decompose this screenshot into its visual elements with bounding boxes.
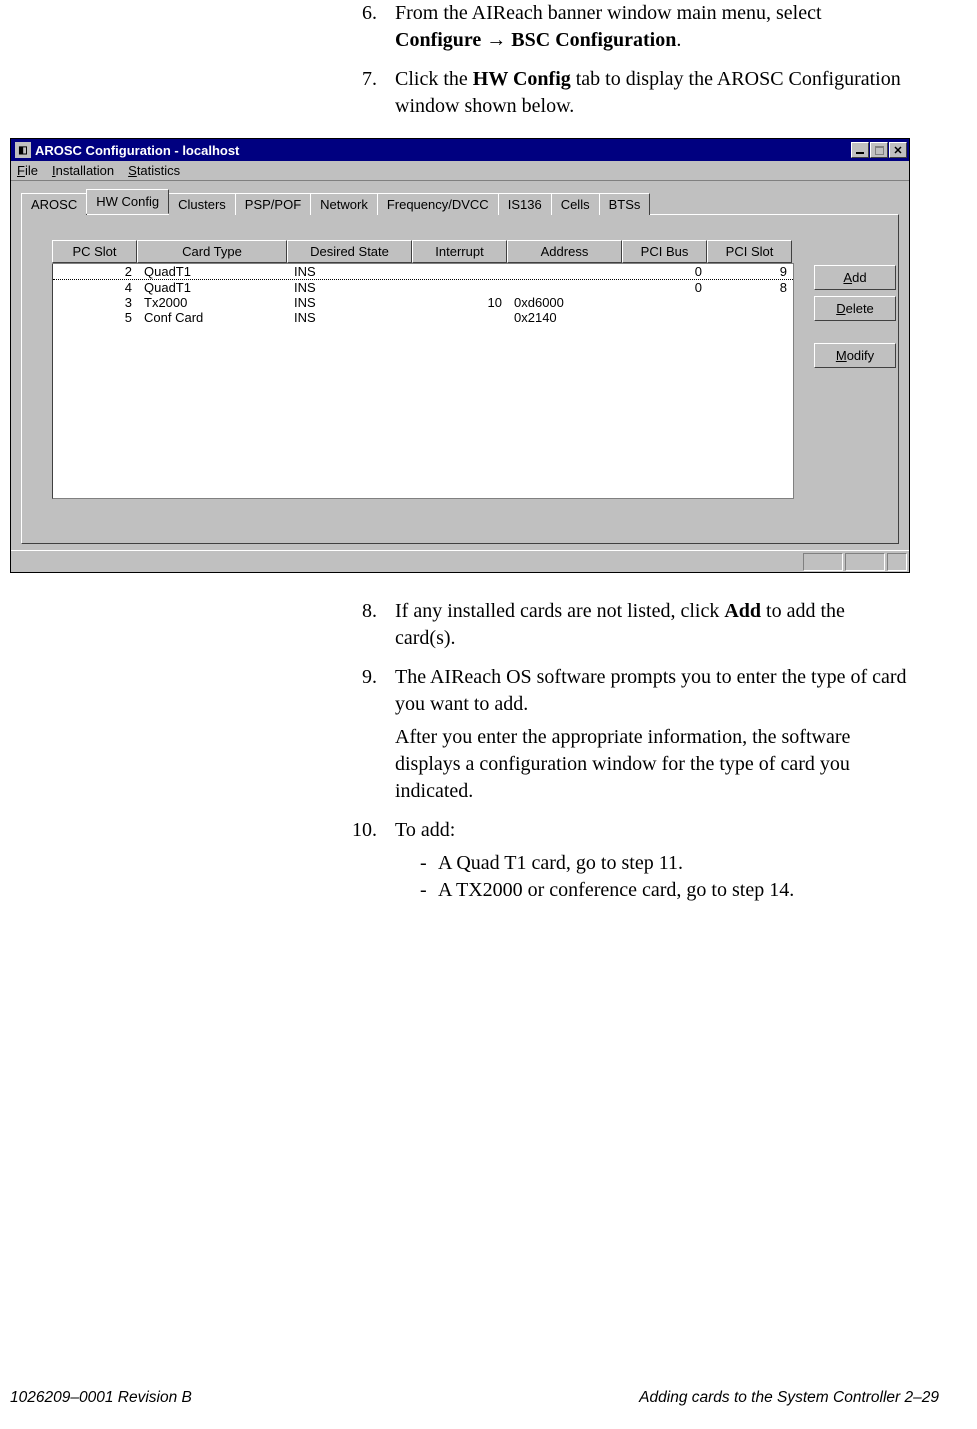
window-title: AROSC Configuration - localhost — [35, 143, 850, 158]
step-number: 9. — [340, 664, 395, 811]
step-number: 6. — [340, 0, 395, 60]
titlebar: ◧ AROSC Configuration - localhost ✕ — [11, 139, 909, 161]
menu-tatistics[interactable]: Statistics — [128, 163, 180, 178]
column-header[interactable]: PC Slot — [52, 240, 137, 263]
table-row[interactable]: 2QuadT1INS09 — [53, 264, 793, 280]
maximize-button — [870, 142, 888, 158]
step-text: From the AIReach banner window main menu… — [395, 0, 907, 60]
table-row[interactable]: 3Tx2000INS100xd6000 — [53, 295, 793, 310]
tab-arosc[interactable]: AROSC — [21, 193, 87, 215]
close-button[interactable]: ✕ — [889, 142, 907, 158]
arosc-window: ◧ AROSC Configuration - localhost ✕ File… — [10, 138, 910, 573]
column-headers: PC SlotCard TypeDesired StateInterruptAd… — [52, 240, 794, 264]
tab-frequency-dvcc[interactable]: Frequency/DVCC — [377, 193, 499, 215]
step-text: To add:-A Quad T1 card, go to step 11.-A… — [395, 817, 907, 904]
tab-is136[interactable]: IS136 — [498, 193, 552, 215]
column-header[interactable]: Address — [507, 240, 622, 263]
footer-left: 1026209–0001 Revision B — [10, 1389, 192, 1407]
tab-btss[interactable]: BTSs — [599, 193, 651, 215]
column-header[interactable]: PCI Slot — [707, 240, 792, 263]
step-text: The AIReach OS software prompts you to e… — [395, 664, 907, 811]
menu-ile[interactable]: File — [17, 163, 38, 178]
minimize-button[interactable] — [851, 142, 869, 158]
column-header[interactable]: PCI Bus — [622, 240, 707, 263]
step-text: Click the HW Config tab to display the A… — [395, 66, 907, 126]
menubar: File Installation Statistics — [11, 161, 909, 181]
statusbar — [11, 550, 909, 572]
tabstrip: AROSCHW ConfigClustersPSP/POFNetworkFreq… — [21, 189, 899, 214]
tab-panel-hwconfig: PC SlotCard TypeDesired StateInterruptAd… — [21, 214, 899, 544]
page-footer: 1026209–0001 Revision B Adding cards to … — [10, 1389, 939, 1407]
delete-button[interactable]: Delete — [814, 296, 896, 321]
column-header[interactable]: Interrupt — [412, 240, 507, 263]
sub-item: -A TX2000 or conference card, go to step… — [420, 877, 907, 904]
menu-nstallation[interactable]: Installation — [52, 163, 114, 178]
tab-hw-config[interactable]: HW Config — [86, 189, 169, 214]
tab-psp-pof[interactable]: PSP/POF — [235, 193, 311, 215]
table-row[interactable]: 4QuadT1INS08 — [53, 280, 793, 295]
add-button[interactable]: Add — [814, 265, 896, 290]
step-text: If any installed cards are not listed, c… — [395, 598, 907, 658]
system-menu-icon[interactable]: ◧ — [15, 142, 31, 158]
tab-cells[interactable]: Cells — [551, 193, 600, 215]
column-header[interactable]: Card Type — [137, 240, 287, 263]
footer-right: Adding cards to the System Controller 2–… — [639, 1389, 939, 1407]
modify-button[interactable]: Modify — [814, 343, 896, 368]
step-number: 10. — [340, 817, 395, 904]
tab-network[interactable]: Network — [310, 193, 378, 215]
table-row[interactable]: 5Conf CardINS0x2140 — [53, 310, 793, 325]
tab-clusters[interactable]: Clusters — [168, 193, 236, 215]
sub-item: -A Quad T1 card, go to step 11. — [420, 850, 907, 877]
step-number: 7. — [340, 66, 395, 126]
column-header[interactable]: Desired State — [287, 240, 412, 263]
step-number: 8. — [340, 598, 395, 658]
card-list[interactable]: 2QuadT1INS094QuadT1INS083Tx2000INS100xd6… — [52, 264, 794, 499]
